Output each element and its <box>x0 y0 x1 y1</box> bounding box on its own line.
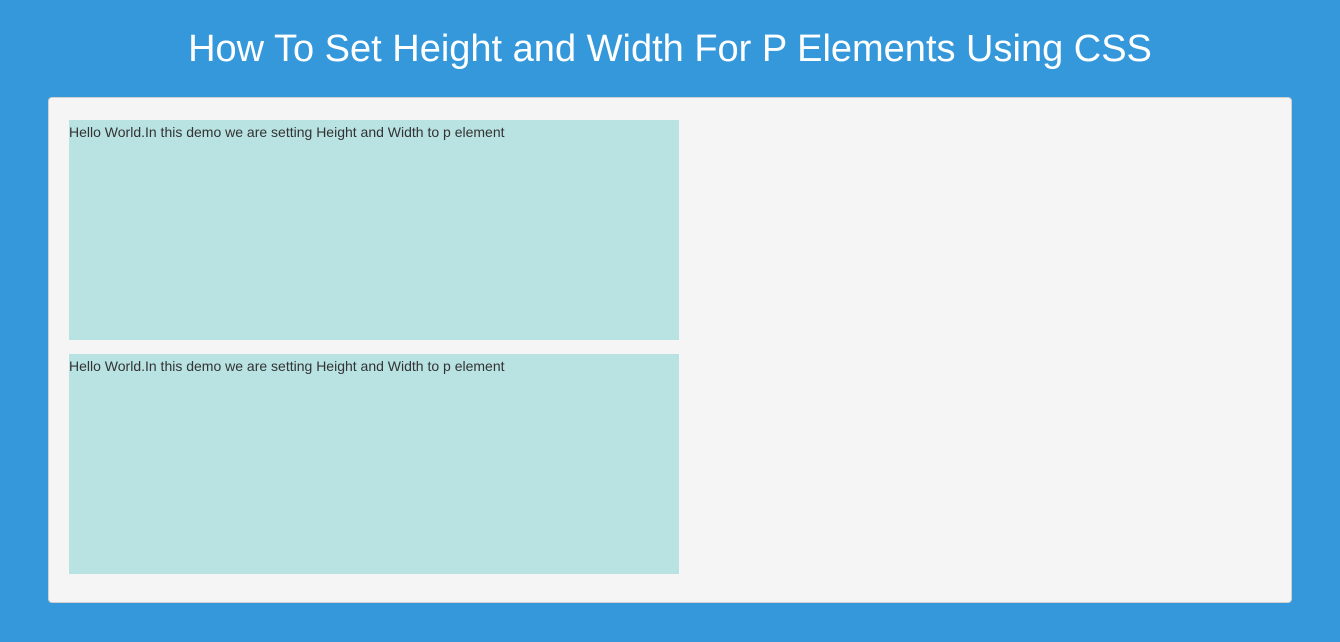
demo-paragraph-1: Hello World.In this demo we are setting … <box>69 120 679 340</box>
page-title: How To Set Height and Width For P Elemen… <box>0 0 1340 97</box>
content-panel: Hello World.In this demo we are setting … <box>48 97 1292 603</box>
demo-paragraph-2: Hello World.In this demo we are setting … <box>69 354 679 574</box>
